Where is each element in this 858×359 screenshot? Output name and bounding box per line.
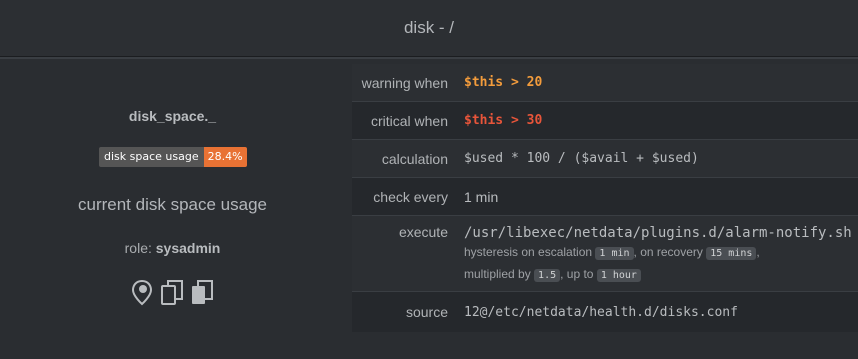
map-pin-icon[interactable] [130,279,154,307]
critical-label: critical when [370,112,448,129]
check-value: 1 min [464,188,499,205]
upto-text: , up to [560,267,594,281]
copy-icon[interactable] [160,279,184,307]
calculation-label: calculation [381,150,448,167]
table-row: calculation $used * 100 / ($avail + $use… [352,140,858,178]
alarm-info: current disk space usage [78,195,267,214]
execute-cell: /usr/libexec/netdata/plugins.d/alarm-not… [452,224,858,291]
execute-label: execute [398,224,448,240]
warning-label: warning when [361,74,448,91]
execute-value: /usr/libexec/netdata/plugins.d/alarm-not… [464,225,852,241]
dialog-title: disk - / [403,18,455,37]
header-divider [0,57,858,59]
table-row: source 12@/etc/netdata/health.d/disks.co… [352,292,858,332]
multiplier-prefix: multiplied by [464,267,531,281]
calculation-value: $used * 100 / ($avail + $used) [464,151,699,166]
source-value: 12@/etc/netdata/health.d/disks.conf [464,304,738,320]
role-label: role: [124,240,152,256]
hysteresis-comma: , [756,245,760,259]
hysteresis-prefix: hysteresis on escalation [464,245,593,259]
multiplier-value: 1.5 [534,269,561,282]
table-row: execute /usr/libexec/netdata/plugins.d/a… [352,216,858,292]
hysteresis-mid: , on recovery [633,245,703,259]
upto-value: 1 hour [596,269,641,282]
badge-value: 28.4% [203,147,247,167]
source-label: source [405,304,448,320]
table-row: check every 1 min [352,178,858,216]
copy-all-icon[interactable] [190,279,214,307]
alarm-summary-panel: disk_space._ disk space usage 28.4% curr… [0,60,345,359]
alarm-details-table: warning when $this > 20 critical when $t… [352,64,858,332]
dialog-header: disk - / [0,0,858,57]
multiplier-text: multiplied by 1.5, up to 1 hour [464,264,858,286]
table-row: warning when $this > 20 [352,64,858,102]
hysteresis-text: hysteresis on escalation 1 min, on recov… [464,242,858,264]
check-label: check every [373,188,448,205]
action-icons [130,279,214,307]
badge-label: disk space usage [99,147,204,167]
hysteresis-recovery: 15 mins [706,247,757,260]
alarm-role: role: sysadmin [0,240,345,256]
table-row: critical when $this > 30 [352,102,858,140]
critical-value: $this > 30 [464,113,543,128]
hysteresis-escalation: 1 min [595,247,634,260]
alarm-name: disk_space._ [128,108,217,124]
warning-value: $this > 20 [464,75,543,90]
role-value: sysadmin [155,240,221,256]
status-badge: disk space usage 28.4% [99,147,247,167]
